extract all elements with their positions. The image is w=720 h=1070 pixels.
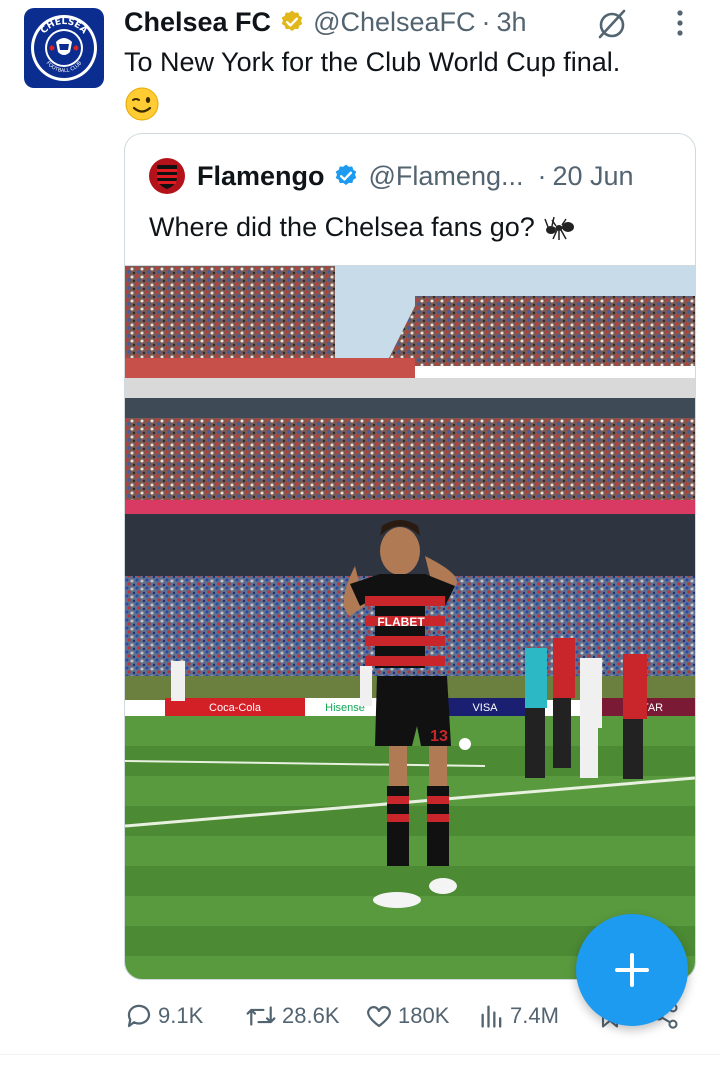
tweet[interactable]: CHELSEA FOOTBALL CLUB Chelsea FC @Chelse… (0, 0, 720, 1060)
quoted-date[interactable]: 20 Jun (552, 161, 633, 192)
repost-icon (246, 1006, 276, 1026)
author-handle[interactable]: @ChelseaFC (313, 7, 475, 38)
reply-button[interactable]: 9.1K (124, 996, 203, 1036)
quoted-tweet[interactable]: Flamengo @Flameng... · 20 Jun Where did … (124, 133, 696, 980)
repost-button[interactable]: 28.6K (244, 996, 340, 1036)
quoted-author-name[interactable]: Flamengo (197, 161, 325, 192)
chelsea-avatar[interactable]: CHELSEA FOOTBALL CLUB (24, 8, 104, 88)
reply-icon (127, 1004, 151, 1028)
separator-dot: · (481, 6, 491, 37)
flamengo-player-celebration-image: Coca-Cola Hisense VISA QATAR (125, 266, 695, 979)
quoted-handle[interactable]: @Flameng... (369, 161, 524, 192)
divider (0, 1054, 720, 1055)
views-chart-icon (481, 1005, 502, 1028)
ad-board-coca-cola: Coca-Cola (209, 702, 262, 714)
ad-board-hisense: Hisense (325, 702, 365, 714)
heart-icon (366, 1005, 392, 1028)
flamengo-avatar[interactable] (149, 158, 185, 194)
views-button[interactable]: 7.4M (478, 996, 559, 1036)
like-count: 180K (398, 1003, 450, 1028)
verified-blue-badge-icon[interactable] (333, 163, 359, 189)
views-count: 7.4M (510, 1003, 559, 1028)
flamengo-crest-icon (157, 165, 177, 189)
ad-board-visa: VISA (472, 702, 498, 714)
tweet-header: Chelsea FC @ChelseaFC · 3h (124, 2, 527, 42)
tweet-time[interactable]: 3h (497, 7, 527, 38)
compose-button[interactable] (576, 914, 688, 1026)
verified-gold-badge-icon[interactable] (279, 9, 305, 35)
author-name[interactable]: Chelsea FC (124, 7, 271, 38)
quoted-header: Flamengo @Flameng... · 20 Jun (149, 156, 634, 196)
quoted-separator-dot: · (537, 160, 547, 191)
like-button[interactable]: 180K (364, 996, 449, 1036)
wink-emoji-icon (124, 86, 160, 127)
chelsea-crest-icon: CHELSEA FOOTBALL CLUB (31, 15, 97, 81)
ant-emoji-icon (544, 216, 574, 240)
shirt-sponsor-text: FLABET (377, 615, 425, 629)
grok-icon[interactable] (594, 6, 630, 47)
quoted-text-row: Where did the Chelsea fans go? (149, 210, 577, 244)
reply-count: 9.1K (158, 1003, 204, 1028)
stadium-photo[interactable]: Coca-Cola Hisense VISA QATAR (125, 265, 695, 979)
shorts-number-text: 13 (430, 728, 448, 745)
plus-icon (615, 953, 649, 987)
tweet-text: To New York for the Club World Cup final… (124, 47, 621, 77)
more-vertical-icon[interactable] (662, 6, 698, 47)
quoted-text: Where did the Chelsea fans go? (149, 211, 535, 242)
repost-count: 28.6K (282, 1003, 340, 1028)
